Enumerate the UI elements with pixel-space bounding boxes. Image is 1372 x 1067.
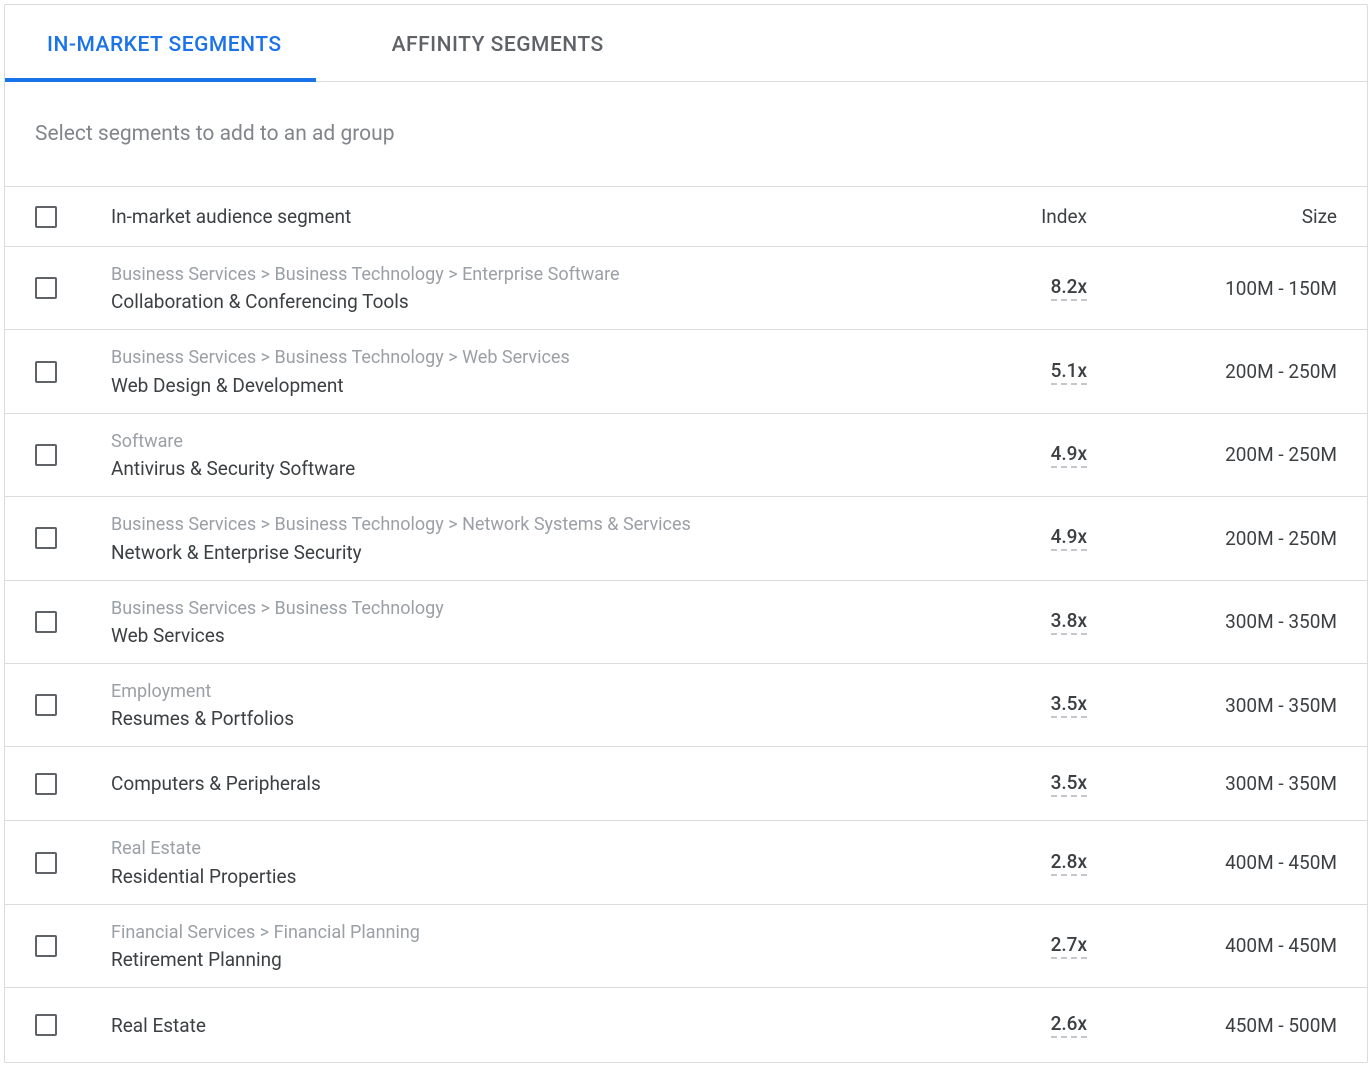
row-checkbox[interactable] bbox=[35, 1014, 57, 1036]
column-header-size[interactable]: Size bbox=[1087, 205, 1337, 228]
select-all-checkbox[interactable] bbox=[35, 206, 57, 228]
table-header-row: In-market audience segment Index Size bbox=[5, 187, 1367, 247]
table-row: Financial Services > Financial Planning R… bbox=[5, 905, 1367, 988]
segment-size: 450M - 500M bbox=[1225, 1014, 1337, 1037]
row-checkbox[interactable] bbox=[35, 773, 57, 795]
segments-panel: IN-MARKET SEGMENTS AFFINITY SEGMENTS Sel… bbox=[4, 4, 1368, 1063]
segment-index: 3.5x bbox=[1051, 692, 1087, 718]
row-checkbox[interactable] bbox=[35, 277, 57, 299]
segment-size: 200M - 250M bbox=[1225, 443, 1337, 466]
table-row: Real Estate 2.6x 450M - 500M bbox=[5, 988, 1367, 1062]
column-header-segment[interactable]: In-market audience segment bbox=[111, 205, 947, 228]
table-row: Real Estate Residential Properties 2.8x 400… bbox=[5, 821, 1367, 904]
segment-index: 3.5x bbox=[1051, 771, 1087, 797]
segment-breadcrumb: Business Services > Business Technology … bbox=[111, 513, 947, 536]
tab-affinity[interactable]: AFFINITY SEGMENTS bbox=[392, 5, 604, 81]
tab-in-market[interactable]: IN-MARKET SEGMENTS bbox=[47, 5, 282, 81]
segment-index: 4.9x bbox=[1051, 442, 1087, 468]
segments-table: In-market audience segment Index Size Bu… bbox=[5, 187, 1367, 1062]
table-row: Business Services > Business Technology … bbox=[5, 330, 1367, 413]
row-checkbox[interactable] bbox=[35, 361, 57, 383]
segment-name: Network & Enterprise Security bbox=[111, 541, 947, 564]
segment-breadcrumb: Employment bbox=[111, 680, 947, 703]
segment-index: 8.2x bbox=[1051, 275, 1087, 301]
table-row: Software Antivirus & Security Software 4.9… bbox=[5, 414, 1367, 497]
instruction-text: Select segments to add to an ad group bbox=[5, 82, 1367, 187]
segment-size: 400M - 450M bbox=[1225, 851, 1337, 874]
segment-breadcrumb: Business Services > Business Technology … bbox=[111, 263, 947, 286]
segment-index: 2.6x bbox=[1051, 1012, 1087, 1038]
segment-name: Collaboration & Conferencing Tools bbox=[111, 290, 947, 313]
tabs-bar: IN-MARKET SEGMENTS AFFINITY SEGMENTS bbox=[5, 5, 1367, 82]
row-checkbox[interactable] bbox=[35, 694, 57, 716]
segment-name: Resumes & Portfolios bbox=[111, 707, 947, 730]
row-checkbox[interactable] bbox=[35, 611, 57, 633]
segment-breadcrumb: Financial Services > Financial Planning bbox=[111, 921, 947, 944]
row-checkbox[interactable] bbox=[35, 527, 57, 549]
segment-name: Web Design & Development bbox=[111, 374, 947, 397]
segment-index: 4.9x bbox=[1051, 525, 1087, 551]
table-row: Business Services > Business Technology W… bbox=[5, 581, 1367, 664]
segment-size: 200M - 250M bbox=[1225, 527, 1337, 550]
segment-index: 2.7x bbox=[1051, 933, 1087, 959]
segment-index: 5.1x bbox=[1051, 359, 1087, 385]
segment-name: Computers & Peripherals bbox=[111, 772, 947, 795]
segment-size: 400M - 450M bbox=[1225, 934, 1337, 957]
segment-size: 200M - 250M bbox=[1225, 360, 1337, 383]
segment-name: Residential Properties bbox=[111, 865, 947, 888]
segment-breadcrumb: Business Services > Business Technology … bbox=[111, 346, 947, 369]
segment-name: Real Estate bbox=[111, 1014, 947, 1037]
row-checkbox[interactable] bbox=[35, 935, 57, 957]
table-row: Computers & Peripherals 3.5x 300M - 350M bbox=[5, 747, 1367, 821]
row-checkbox[interactable] bbox=[35, 852, 57, 874]
segment-index: 3.8x bbox=[1051, 609, 1087, 635]
segment-size: 300M - 350M bbox=[1225, 772, 1337, 795]
segment-name: Web Services bbox=[111, 624, 947, 647]
table-row: Business Services > Business Technology … bbox=[5, 247, 1367, 330]
segment-size: 300M - 350M bbox=[1225, 694, 1337, 717]
segment-index: 2.8x bbox=[1051, 850, 1087, 876]
column-header-index[interactable]: Index bbox=[947, 205, 1087, 228]
segment-name: Retirement Planning bbox=[111, 948, 947, 971]
segment-breadcrumb: Business Services > Business Technology bbox=[111, 597, 947, 620]
table-row: Business Services > Business Technology … bbox=[5, 497, 1367, 580]
segment-size: 300M - 350M bbox=[1225, 610, 1337, 633]
row-checkbox[interactable] bbox=[35, 444, 57, 466]
segment-size: 100M - 150M bbox=[1225, 277, 1337, 300]
table-row: Employment Resumes & Portfolios 3.5x 300M -… bbox=[5, 664, 1367, 747]
segment-name: Antivirus & Security Software bbox=[111, 457, 947, 480]
segment-breadcrumb: Real Estate bbox=[111, 837, 947, 860]
segment-breadcrumb: Software bbox=[111, 430, 947, 453]
